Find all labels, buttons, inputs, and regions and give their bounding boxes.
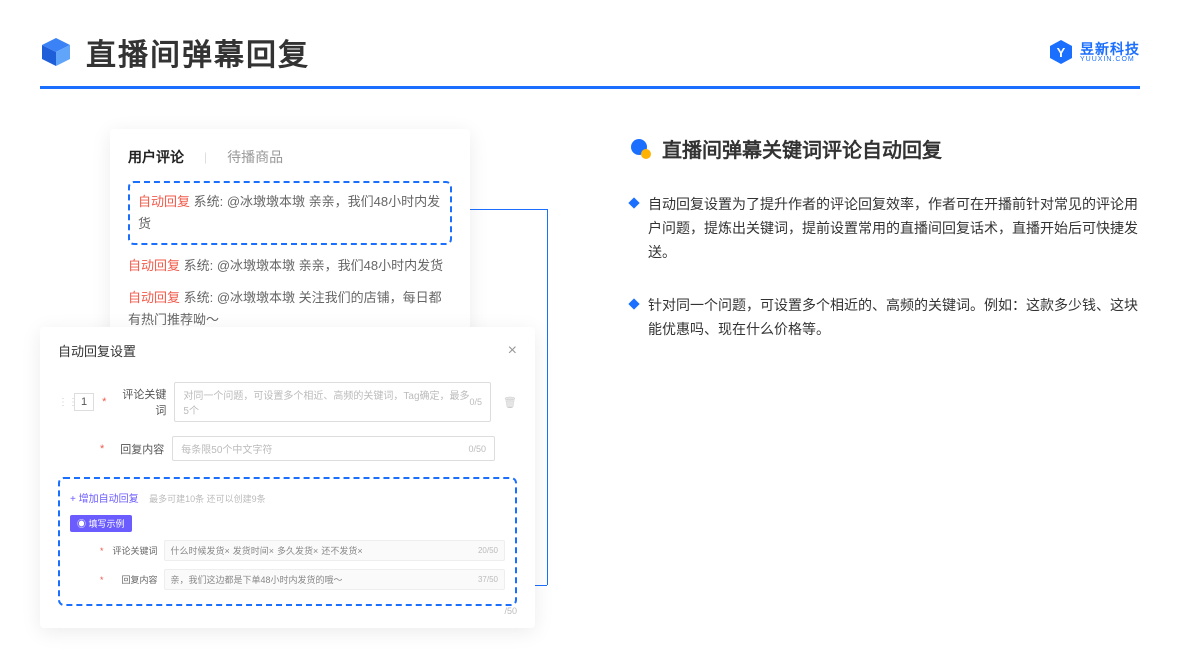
content-label: 回复内容 [112,441,164,457]
diamond-icon [628,197,639,208]
example-box: + 增加自动回复 最多可建10条 还可以创建9条 ◉ 填写示例 * 评论关键词 … [58,477,517,606]
auto-reply-badge: 自动回复 [128,258,180,273]
tabs: 用户评论 | 待播商品 [128,147,452,167]
add-auto-reply-link[interactable]: + 增加自动回复 [70,494,139,505]
rule-index: 1 [74,393,94,411]
keyword-input[interactable]: 对同一个问题，可设置多个相近、高频的关键词，Tag确定，最多5个 0/5 [174,382,491,422]
description-col: 直播间弹幕关键词评论自动回复 自动回复设置为了提升作者的评论回复效率，作者可在开… [560,129,1140,628]
comments-panel: 用户评论 | 待播商品 自动回复 系统: @冰墩墩本墩 亲亲，我们48小时内发货… [110,129,470,359]
stray-count: /50 [504,606,517,616]
auto-reply-badge: 自动回复 [138,194,190,209]
drag-handle-icon[interactable]: ⋮⋮ [58,397,66,408]
diamond-icon [628,299,639,310]
logo-cn: 昱新科技 [1080,42,1140,56]
example-content-input: 亲，我们这边都是下单48小时内发货的哦～ 37/50 [164,569,505,590]
close-icon[interactable]: × [508,342,517,360]
content-input[interactable]: 每条限50个中文字符 0/50 [172,436,495,461]
settings-panel: 自动回复设置 × ⋮⋮ 1 * 评论关键词 对同一个问题，可设置多个相近、高频的… [40,327,535,628]
add-hint: 最多可建10条 还可以创建9条 [149,494,266,504]
connector-line [470,209,547,210]
page-title: 直播间弹幕回复 [86,30,310,74]
bullet-1: 自动回复设置为了提升作者的评论回复效率，作者可在开播前针对常见的评论用户问题，提… [630,193,1140,264]
keyword-label: 评论关键词 [114,386,166,418]
header: 直播间弹幕回复 Y 昱新科技 YUUXIN.COM [0,0,1180,86]
svg-text:Y: Y [1057,45,1066,60]
example-tag: ◉ 填写示例 [70,515,132,532]
screenshot-col: 用户评论 | 待播商品 自动回复 系统: @冰墩墩本墩 亲亲，我们48小时内发货… [40,129,560,628]
bullet-2: 针对同一个问题，可设置多个相近的、高频的关键词。例如：这款多少钱、这块能优惠吗、… [630,294,1140,342]
settings-title: 自动回复设置 [58,341,136,360]
tab-user-comments[interactable]: 用户评论 [128,147,184,167]
tab-pending-products[interactable]: 待播商品 [227,147,283,167]
brand-logo: Y 昱新科技 YUUXIN.COM [1048,39,1140,65]
section-title: 直播间弹幕关键词评论自动回复 [662,134,942,163]
connector-line [547,209,548,585]
example-keyword-input: 什么时候发货× 发货时间× 多久发货× 还不发货× 20/50 [164,540,505,561]
auto-reply-badge: 自动回复 [128,290,180,305]
logo-en: YUUXIN.COM [1080,56,1140,63]
chat-bubble-icon [630,138,652,160]
cube-icon [40,36,72,68]
highlighted-reply: 自动回复 系统: @冰墩墩本墩 亲亲，我们48小时内发货 [128,181,452,245]
delete-icon[interactable]: 🗑 [503,396,517,409]
